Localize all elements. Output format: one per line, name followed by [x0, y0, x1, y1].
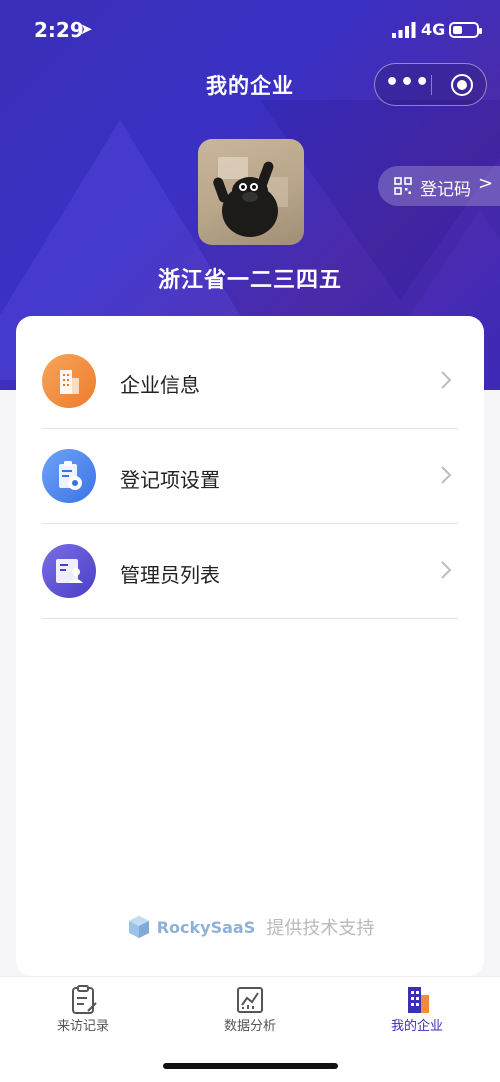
avatar-image: [213, 157, 288, 237]
visit-record-icon: [72, 985, 97, 1014]
powered-by: RockySaaS 提供技术支持: [0, 914, 500, 940]
data-analysis-icon: [237, 987, 263, 1013]
chevron-right-icon: [441, 561, 452, 579]
menu-item-register-settings[interactable]: 登记项设置: [42, 429, 458, 524]
menu-item-label: 管理员列表: [120, 563, 220, 587]
clipboard-settings-icon: [42, 449, 96, 503]
tab-label: 数据分析: [223, 1019, 276, 1034]
close-miniprogram-button[interactable]: [451, 74, 473, 96]
status-time: 2:29: [34, 18, 84, 42]
menu-item-label: 企业信息: [120, 373, 200, 397]
rockysaas-logo-icon: [128, 916, 149, 938]
my-company-icon: [408, 987, 429, 1013]
register-code-button[interactable]: 登记码 >: [378, 166, 500, 206]
location-arrow-icon: ➤: [80, 20, 93, 38]
menu-item-label: 登记项设置: [120, 468, 220, 492]
tab-label: 我的企业: [390, 1019, 443, 1034]
tab-my-company[interactable]: 我的企业: [334, 977, 500, 1047]
menu-card: 企业信息 登记项设置 管理员列表: [16, 316, 484, 976]
register-code-label: 登记码: [420, 180, 471, 200]
home-indicator: [163, 1063, 338, 1069]
capsule-divider: [431, 75, 432, 95]
chevron-right-icon: [441, 371, 452, 389]
signal-icon: [392, 22, 416, 38]
menu-item-company-info[interactable]: 企业信息: [42, 334, 458, 429]
admin-card-icon: [42, 544, 96, 598]
network-type: 4G: [421, 20, 446, 39]
chevron-right-icon: [441, 466, 452, 484]
status-bar: 2:29 ➤ 4G: [0, 0, 500, 60]
chevron-right-icon: >: [478, 173, 494, 194]
target-icon: [457, 80, 467, 90]
tab-visit-records[interactable]: 来访记录: [0, 977, 166, 1047]
company-name: 浙江省一二三四五: [157, 268, 342, 293]
battery-icon: [449, 22, 482, 38]
qr-code-icon: [394, 177, 412, 195]
brand-name: RockySaaS: [156, 917, 256, 937]
building-icon: [42, 354, 96, 408]
more-menu-button[interactable]: •••: [385, 64, 430, 105]
support-text: 提供技术支持: [266, 918, 375, 939]
tab-data-analysis[interactable]: 数据分析: [167, 977, 333, 1047]
menu-item-admin-list[interactable]: 管理员列表: [42, 524, 458, 619]
miniprogram-capsule: •••: [374, 63, 487, 106]
tab-label: 来访记录: [56, 1019, 109, 1034]
company-avatar[interactable]: [198, 139, 304, 245]
